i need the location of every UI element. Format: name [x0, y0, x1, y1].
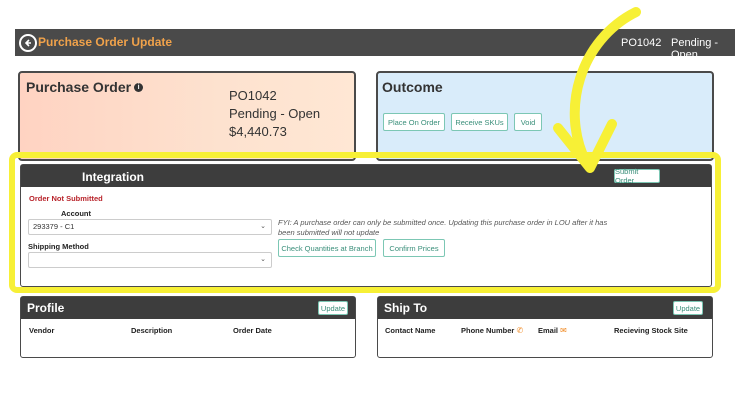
- column-email: Email ✉: [538, 326, 567, 335]
- column-receiving-stock-site: Recieving Stock Site: [614, 326, 688, 335]
- po-status: Pending - Open: [229, 106, 321, 121]
- top-bar: Purchase Order Update PO1042 Pending - O…: [15, 29, 735, 61]
- column-vendor: Vendor: [29, 326, 55, 335]
- profile-header: Profile Update: [21, 297, 355, 319]
- po-total: $4,440.73: [229, 124, 287, 139]
- column-contact-name: Contact Name: [385, 326, 436, 335]
- column-description: Description: [131, 326, 173, 335]
- profile-card: Profile Update Vendor Description Order …: [20, 296, 356, 358]
- purchase-order-heading: Purchase Order i: [26, 79, 144, 95]
- outcome-heading: Outcome: [382, 79, 443, 95]
- info-icon[interactable]: i: [134, 83, 144, 92]
- column-phone-number: Phone Number ✆: [461, 326, 524, 335]
- place-on-order-button[interactable]: Place On Order: [383, 113, 445, 131]
- ship-to-heading: Ship To: [384, 301, 428, 315]
- profile-update-button[interactable]: Update: [318, 301, 348, 315]
- page-title: Purchase Order Update: [38, 35, 173, 49]
- column-order-date: Order Date: [233, 326, 272, 335]
- email-icon: ✉: [560, 326, 567, 335]
- ship-to-card: Ship To Update Contact Name Phone Number…: [377, 296, 713, 358]
- receive-skus-button[interactable]: Receive SKUs: [451, 113, 508, 131]
- back-icon[interactable]: [19, 34, 37, 52]
- void-button[interactable]: Void: [514, 113, 542, 131]
- outcome-card: Outcome Place On Order Receive SKUs Void: [376, 71, 714, 161]
- header-status: Pending - Open: [671, 37, 719, 61]
- highlight-frame: [9, 152, 721, 293]
- purchase-order-card: Purchase Order i PO1042 Pending - Open $4…: [18, 71, 356, 161]
- ship-to-header: Ship To Update: [378, 297, 712, 319]
- phone-icon: ✆: [516, 326, 524, 335]
- profile-heading: Profile: [27, 301, 65, 315]
- ship-to-update-button[interactable]: Update: [673, 301, 703, 315]
- po-number: PO1042: [229, 88, 277, 103]
- header-po-number: PO1042: [621, 37, 662, 49]
